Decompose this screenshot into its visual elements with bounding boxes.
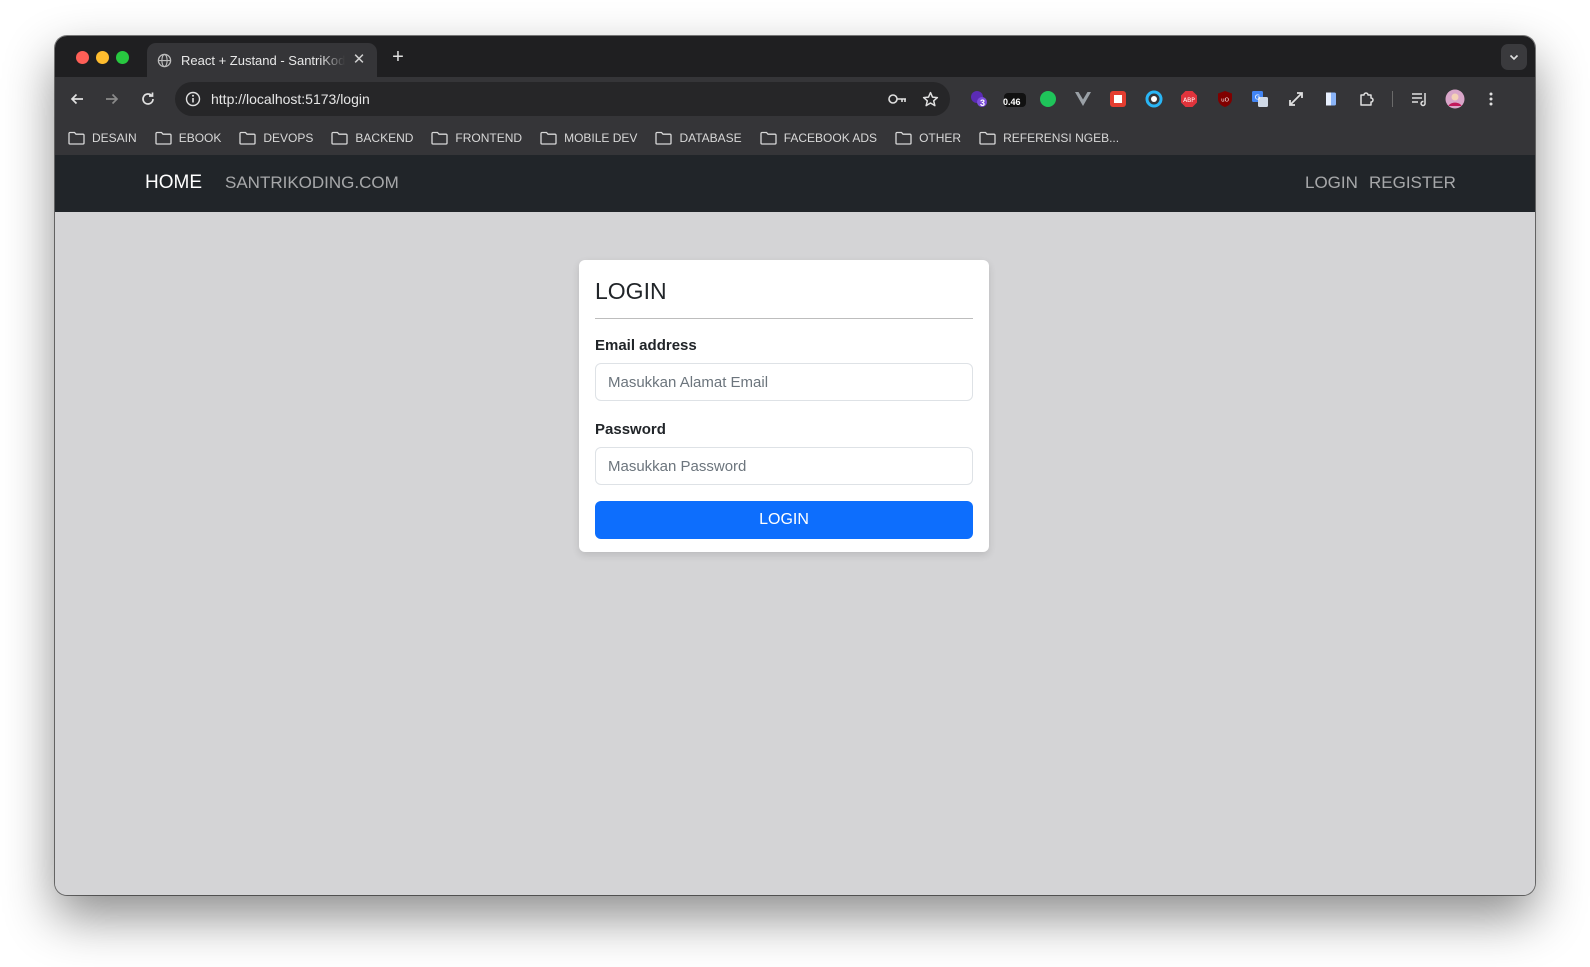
bookmark-star-icon[interactable] (920, 89, 940, 109)
bookmarks-bar: DESAIN EBOOK DEVOPS BACKEND FRONTEND MOB… (55, 121, 1535, 155)
bookmark-label: REFERENSI NGEB... (1003, 131, 1120, 145)
bookmark-folder-facebook-ads[interactable]: FACEBOOK ADS (760, 131, 877, 145)
bookmark-folder-backend[interactable]: BACKEND (331, 131, 413, 145)
bookmark-folder-ebook[interactable]: EBOOK (155, 131, 222, 145)
bookmark-folder-desain[interactable]: DESAIN (68, 131, 137, 145)
svg-text:ABP: ABP (1183, 97, 1195, 104)
folder-icon (331, 131, 349, 145)
maximize-window-button[interactable] (116, 51, 129, 64)
extension-green-dot-icon[interactable] (1038, 89, 1058, 109)
tab-strip: React + Zustand - SantriKoding ✕ + (55, 36, 1535, 77)
extension-vue-icon[interactable] (1073, 89, 1093, 109)
svg-text:G: G (1255, 94, 1260, 102)
bookmark-label: FRONTEND (455, 131, 523, 145)
password-key-icon[interactable] (888, 89, 908, 109)
folder-icon (655, 131, 673, 145)
browser-tab-active[interactable]: React + Zustand - SantriKoding ✕ (147, 43, 377, 77)
folder-icon (68, 131, 85, 145)
tab-search-button[interactable] (1501, 44, 1527, 70)
close-window-button[interactable] (76, 51, 89, 64)
page-viewport: HOME SANTRIKODING.COM LOGIN REGISTER LOG… (55, 155, 1535, 895)
folder-icon (979, 131, 996, 145)
extension-ublock-icon[interactable]: uO (1215, 89, 1235, 109)
reload-button[interactable] (138, 89, 158, 109)
folder-icon (239, 131, 257, 145)
bookmark-label: FACEBOOK ADS (783, 131, 878, 145)
bookmark-folder-database[interactable]: DATABASE (655, 131, 742, 145)
reload-icon (142, 92, 154, 105)
extension-icon-timer[interactable]: 0.46 (1001, 89, 1029, 109)
address-bar[interactable]: http://localhost:5173/login (175, 82, 950, 116)
navbar-brand-home[interactable]: HOME (145, 172, 202, 194)
extensions-puzzle-icon[interactable] (1357, 89, 1377, 109)
app-navbar: HOME SANTRIKODING.COM LOGIN REGISTER (55, 155, 1535, 212)
expand-arrows-icon[interactable] (1286, 89, 1306, 109)
extension-color-ring-icon[interactable] (1144, 89, 1164, 109)
login-card: LOGIN Email address Password LOGIN (579, 260, 989, 552)
back-button[interactable] (67, 89, 87, 109)
bookmark-label: DESAIN (92, 131, 137, 145)
site-info-icon[interactable] (185, 91, 201, 107)
folder-icon (155, 131, 172, 145)
extension-adblock-plus-icon[interactable]: ABP (1179, 89, 1199, 109)
extension-badge-046: 0.46 (1003, 97, 1021, 107)
new-tab-button[interactable]: + (387, 46, 409, 68)
extension-badge-3: 3 (980, 98, 986, 108)
login-card-title: LOGIN (595, 278, 667, 304)
browser-toolbar: http://localhost:5173/login 3 0.46 ABP u… (55, 77, 1535, 121)
bookmark-folder-frontend[interactable]: FRONTEND (431, 131, 522, 145)
nav-link-register[interactable]: REGISTER (1369, 173, 1456, 193)
bookmark-label: BACKEND (355, 131, 414, 145)
folder-icon (540, 131, 557, 145)
arrow-left-icon (70, 93, 83, 105)
password-field[interactable] (595, 447, 973, 485)
svg-text:uO: uO (1221, 98, 1229, 104)
nav-link-santrikoding[interactable]: SANTRIKODING.COM (225, 173, 399, 193)
password-label: Password (595, 421, 666, 438)
bookmark-folder-devops[interactable]: DEVOPS (239, 131, 313, 145)
folder-icon (760, 131, 777, 145)
reading-list-icon[interactable] (1410, 89, 1430, 109)
more-options-kebab-icon[interactable] (1481, 89, 1501, 109)
bookmark-label: DATABASE (679, 131, 742, 145)
browser-window: React + Zustand - SantriKoding ✕ + http:… (55, 36, 1535, 895)
profile-avatar[interactable] (1445, 89, 1465, 109)
folder-icon (895, 131, 912, 145)
email-label: Email address (595, 337, 697, 354)
tab-close-icon[interactable]: ✕ (351, 52, 367, 68)
bookmark-label: DEVOPS (263, 131, 314, 145)
bookmark-label: OTHER (919, 131, 962, 145)
extension-document-icon[interactable] (1321, 89, 1341, 109)
globe-icon (157, 53, 172, 67)
tab-title: React + Zustand - SantriKoding (181, 52, 345, 68)
bookmark-folder-referensi[interactable]: REFERENSI NGEB... (979, 131, 1119, 145)
chevron-down-icon (1509, 54, 1519, 61)
nav-link-login[interactable]: LOGIN (1305, 173, 1358, 193)
url-text[interactable]: http://localhost:5173/login (211, 91, 876, 107)
bookmark-label: EBOOK (178, 131, 222, 145)
email-field[interactable] (595, 363, 973, 401)
bookmark-folder-mobile-dev[interactable]: MOBILE DEV (540, 131, 637, 145)
extension-translate-icon[interactable]: G (1250, 89, 1270, 109)
forward-button[interactable] (102, 89, 122, 109)
extension-icon-purple[interactable]: 3 (969, 89, 989, 109)
toolbar-divider (1392, 91, 1393, 107)
bookmark-folder-other[interactable]: OTHER (895, 131, 961, 145)
bookmark-label: MOBILE DEV (564, 131, 638, 145)
card-divider (595, 318, 973, 319)
extension-red-box-icon[interactable] (1108, 89, 1128, 109)
folder-icon (431, 131, 449, 145)
arrow-right-icon (106, 93, 119, 105)
login-submit-button[interactable]: LOGIN (595, 501, 973, 539)
minimize-window-button[interactable] (96, 51, 109, 64)
